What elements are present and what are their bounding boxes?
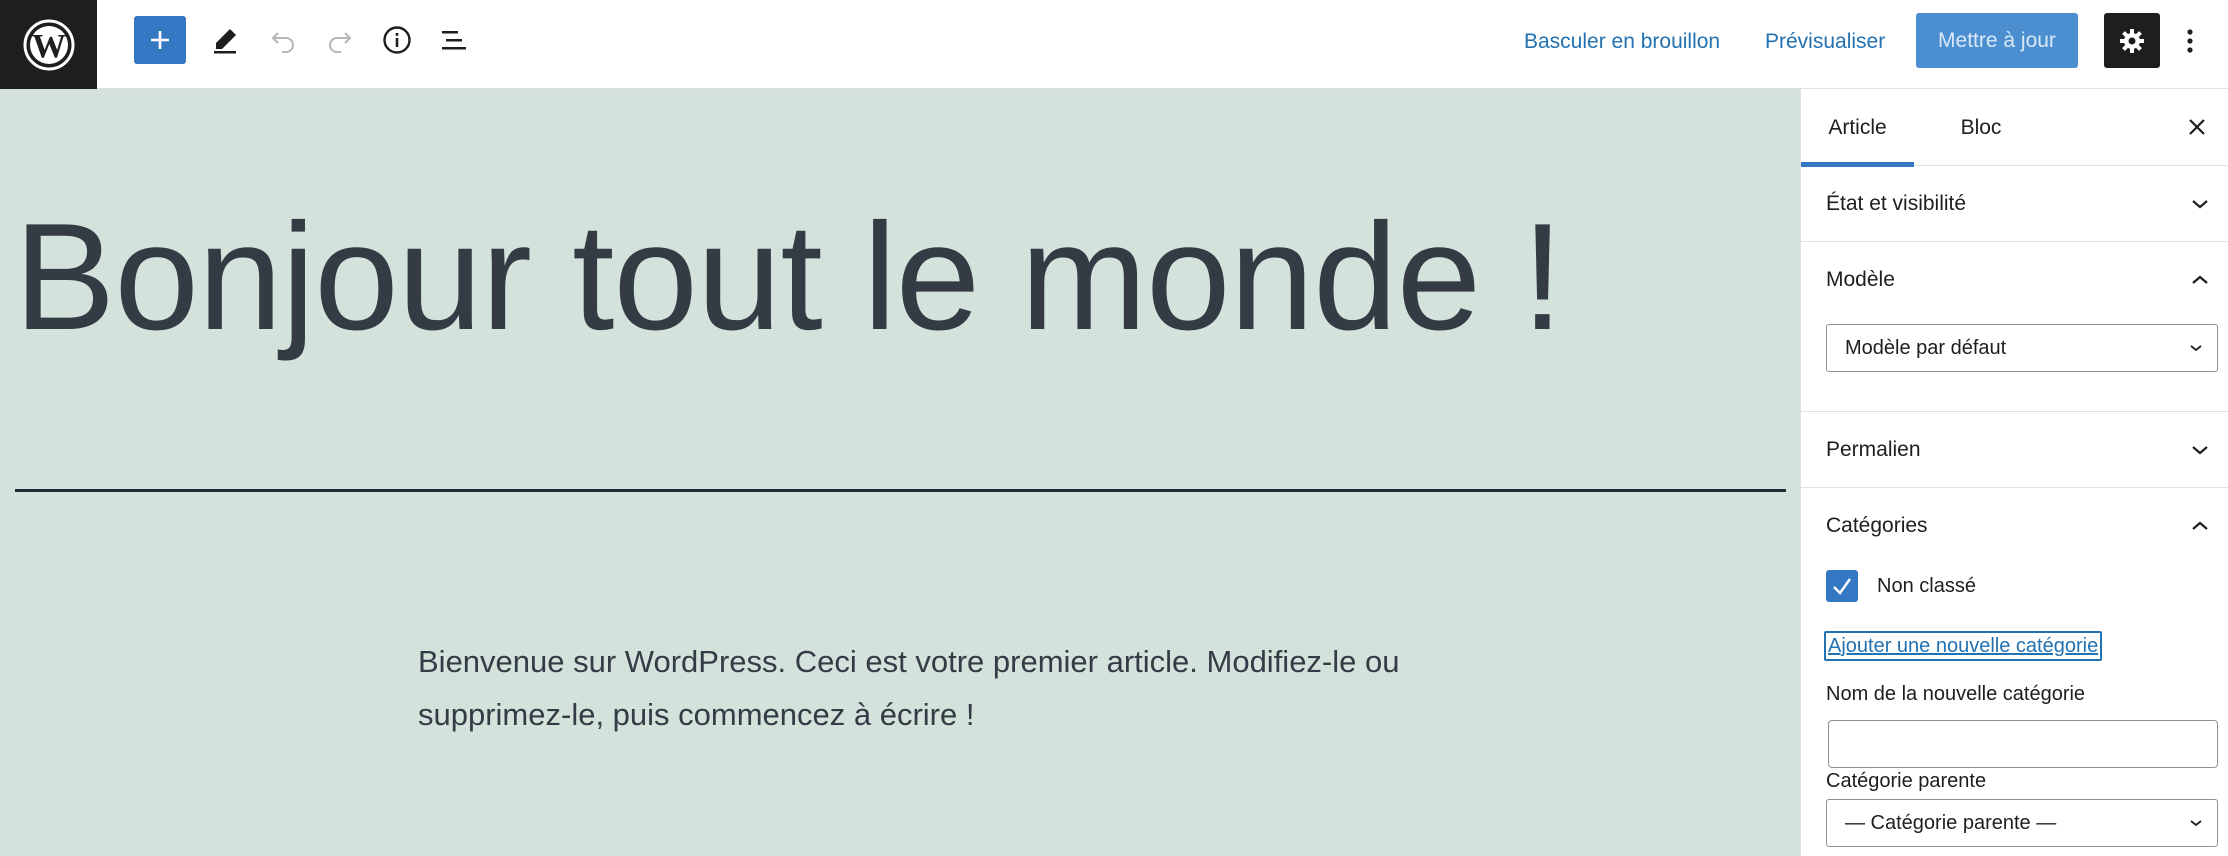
add-block-button[interactable] [134, 16, 186, 64]
vertical-ellipsis-icon [2187, 28, 2193, 53]
chevron-down-icon [2190, 345, 2202, 352]
wordpress-logo[interactable]: W [0, 0, 97, 89]
editor-header: W Basculer en brouillon Prévisualiser Me… [0, 0, 2228, 89]
tab-article[interactable]: Article [1801, 89, 1914, 167]
details-button[interactable] [371, 16, 423, 64]
template-panel: Modèle Modèle par défaut [1801, 242, 2228, 412]
separator-block[interactable] [15, 489, 1786, 492]
category-checkbox-non-classe[interactable] [1826, 570, 1858, 602]
permalink-panel: Permalien [1801, 412, 2228, 488]
close-sidebar-button[interactable] [2179, 109, 2215, 145]
new-category-name-label: Nom de la nouvelle catégorie [1826, 683, 2086, 705]
parent-category-select-value: — Catégorie parente — [1845, 811, 2057, 834]
close-icon [2189, 119, 2205, 135]
categories-toggle[interactable]: Catégories [1801, 488, 2228, 564]
post-title[interactable]: Bonjour tout le monde ! [14, 201, 1774, 353]
more-options-button[interactable] [2170, 13, 2210, 68]
settings-sidebar: Article Bloc État et visibilité Modèle M… [1800, 89, 2228, 856]
template-select-value: Modèle par défaut [1845, 336, 2007, 359]
undo-button[interactable] [257, 16, 309, 64]
gear-icon [2120, 28, 2144, 53]
redo-icon [329, 32, 352, 53]
update-button[interactable]: Mettre à jour [1916, 13, 2078, 68]
plus-icon [151, 31, 169, 49]
panel-title: Permalien [1826, 438, 1921, 461]
chevron-up-icon [2189, 515, 2211, 537]
wordpress-icon: W [23, 19, 74, 70]
pencil-icon [214, 29, 236, 54]
preview-button[interactable]: Prévisualiser [1765, 22, 1885, 62]
sidebar-tabs: Article Bloc [1801, 89, 2228, 167]
list-view-button[interactable] [428, 16, 480, 64]
undo-icon [271, 32, 294, 53]
panel-title: État et visibilité [1826, 192, 1967, 215]
settings-button[interactable] [2104, 13, 2160, 68]
template-toggle[interactable]: Modèle [1801, 242, 2228, 318]
editor-canvas[interactable]: Bonjour tout le monde ! Bienvenue sur Wo… [0, 89, 1800, 856]
new-category-name-input[interactable] [1828, 720, 2218, 768]
template-select[interactable]: Modèle par défaut [1826, 324, 2218, 372]
chevron-down-icon [2190, 820, 2202, 827]
svg-text:W: W [32, 28, 66, 65]
info-icon [383, 26, 411, 54]
paragraph-block[interactable]: Bienvenue sur WordPress. Ceci est votre … [418, 635, 1418, 741]
tools-button[interactable] [199, 16, 251, 64]
checkmark-icon [1833, 578, 1851, 595]
category-label[interactable]: Non classé [1877, 571, 1976, 601]
status-visibility-toggle[interactable]: État et visibilité [1801, 166, 2228, 242]
parent-category-label: Catégorie parente [1826, 770, 1987, 792]
panel-title: Modèle [1826, 268, 1895, 291]
switch-to-draft-button[interactable]: Basculer en brouillon [1524, 22, 1720, 62]
permalink-toggle[interactable]: Permalien [1801, 412, 2228, 488]
chevron-up-icon [2189, 269, 2211, 291]
status-visibility-panel: État et visibilité [1801, 166, 2228, 242]
panel-title: Catégories [1826, 514, 1928, 537]
add-new-category-link[interactable]: Ajouter une nouvelle catégorie [1824, 631, 2103, 661]
chevron-down-icon [2189, 439, 2211, 461]
redo-button[interactable] [314, 16, 366, 64]
chevron-down-icon [2189, 193, 2211, 215]
parent-category-select[interactable]: — Catégorie parente — [1826, 799, 2218, 847]
list-view-icon [442, 31, 466, 50]
tab-block[interactable]: Bloc [1931, 89, 2031, 166]
